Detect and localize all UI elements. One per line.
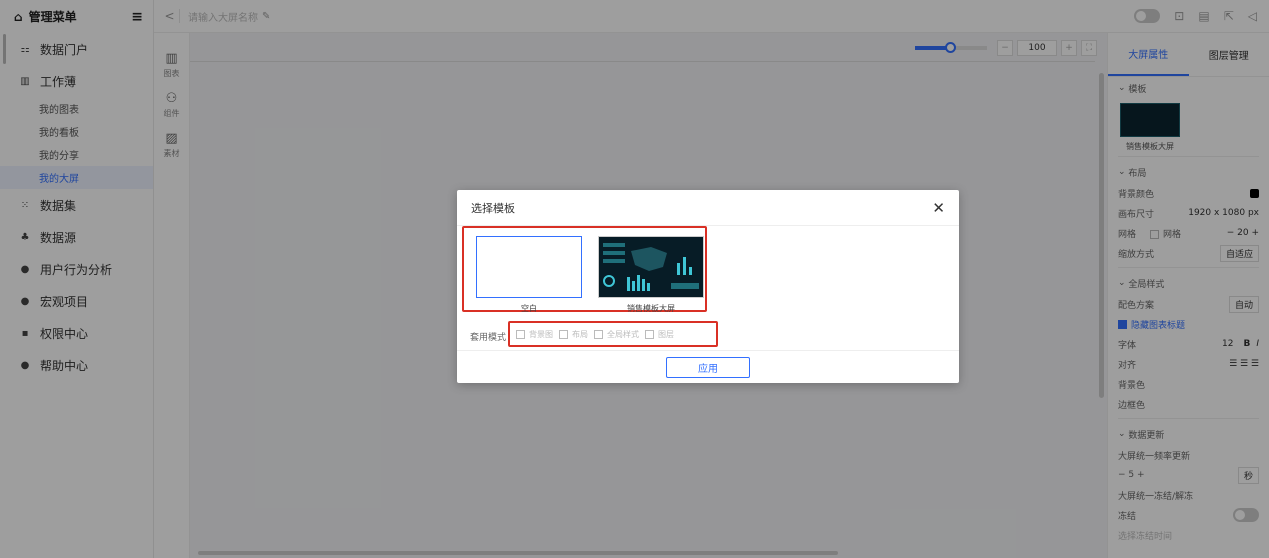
select-template-dialog: 选择模板 ✕ 空白 销售模板大屏 套用模式 背景图 布局 全局样式 图层 应用 <box>457 190 959 383</box>
apply-button[interactable]: 应用 <box>666 357 750 378</box>
option-layout-checkbox[interactable]: 布局 <box>559 329 588 340</box>
template-sales-card[interactable] <box>598 236 704 298</box>
close-icon[interactable]: ✕ <box>932 199 945 217</box>
option-layer-checkbox[interactable]: 图层 <box>645 329 674 340</box>
option-background-checkbox[interactable]: 背景图 <box>516 329 553 340</box>
option-label: 背景图 <box>529 329 553 339</box>
template-blank-card[interactable] <box>476 236 582 298</box>
template-list: 空白 销售模板大屏 <box>462 226 707 313</box>
dialog-title: 选择模板 <box>471 201 515 215</box>
option-label: 全局样式 <box>607 329 639 339</box>
template-sales-label: 销售模板大屏 <box>627 304 675 313</box>
sales-template-thumbnail <box>599 237 703 297</box>
option-label: 布局 <box>572 329 588 339</box>
apply-mode-label: 套用模式 <box>470 333 507 343</box>
option-label: 图层 <box>658 329 674 339</box>
dialog-header: 选择模板 ✕ <box>457 190 959 226</box>
apply-mode-options: 背景图 布局 全局样式 图层 <box>508 321 718 347</box>
option-global-style-checkbox[interactable]: 全局样式 <box>594 329 639 340</box>
template-blank-label: 空白 <box>521 304 537 313</box>
dialog-footer-divider <box>457 350 959 351</box>
